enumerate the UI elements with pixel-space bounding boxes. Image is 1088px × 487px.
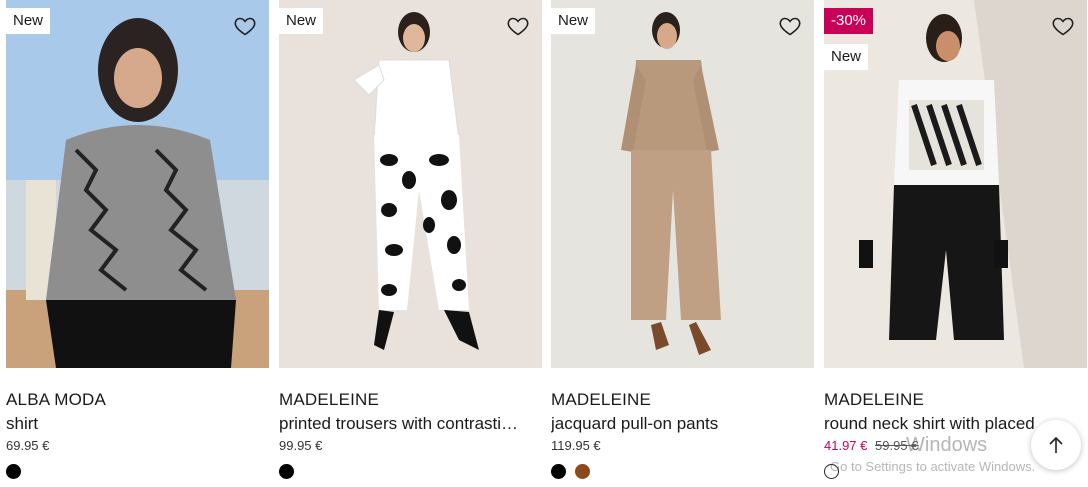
arrow-up-icon [1049,436,1063,453]
sale-price: 41.97 € [824,438,868,453]
product-brand[interactable]: MADELEINE [279,390,379,410]
heart-icon[interactable] [778,14,802,38]
new-badge: New [6,8,51,34]
product-name[interactable]: jacquard pull-on pants [551,414,814,434]
product-image[interactable]: -30% New [824,0,1087,368]
product-card[interactable]: New MADELEINE jacquard pull-on pants 119… [551,0,814,487]
product-price: 119.95 € [551,438,601,453]
product-price: 69.95 € [6,438,49,453]
product-card[interactable]: New MADELEINE printed trousers with cont… [279,0,542,487]
discount-badge: -30% [824,8,874,34]
old-price: 59.95 € [875,438,919,453]
price-value: 119.95 € [551,438,601,453]
product-brand[interactable]: MADELEINE [551,390,651,410]
product-card[interactable]: New ALBA MODA shirt 69.95 € [6,0,269,487]
heart-icon[interactable] [233,14,257,38]
price-value: 69.95 € [6,438,50,453]
product-brand[interactable]: MADELEINE [824,390,924,410]
color-swatch[interactable] [824,464,839,479]
product-name[interactable]: printed trousers with contrasti… [279,414,542,434]
color-swatch[interactable] [551,464,566,479]
product-grid: New ALBA MODA shirt 69.95 € New MADELEIN… [0,0,1088,487]
product-name[interactable]: shirt [6,414,269,434]
product-image[interactable]: New [279,0,542,368]
heart-icon[interactable] [506,14,530,38]
new-badge: New [824,44,869,70]
heart-icon[interactable] [1051,14,1075,38]
product-price: 99.95 € [279,438,322,453]
product-brand[interactable]: ALBA MODA [6,390,106,410]
new-badge: New [279,8,324,34]
price-value: 99.95 € [279,438,323,453]
color-swatch[interactable] [279,464,294,479]
new-badge: New [551,8,596,34]
product-image[interactable]: New [6,0,269,368]
color-swatch[interactable] [575,464,590,479]
scroll-to-top-button[interactable] [1031,420,1081,470]
product-price: 41.97 € 59.95 € [824,438,918,453]
color-swatch[interactable] [6,464,21,479]
product-card[interactable]: -30% New MADELEINE round neck shirt with… [824,0,1087,487]
product-image[interactable]: New [551,0,814,368]
